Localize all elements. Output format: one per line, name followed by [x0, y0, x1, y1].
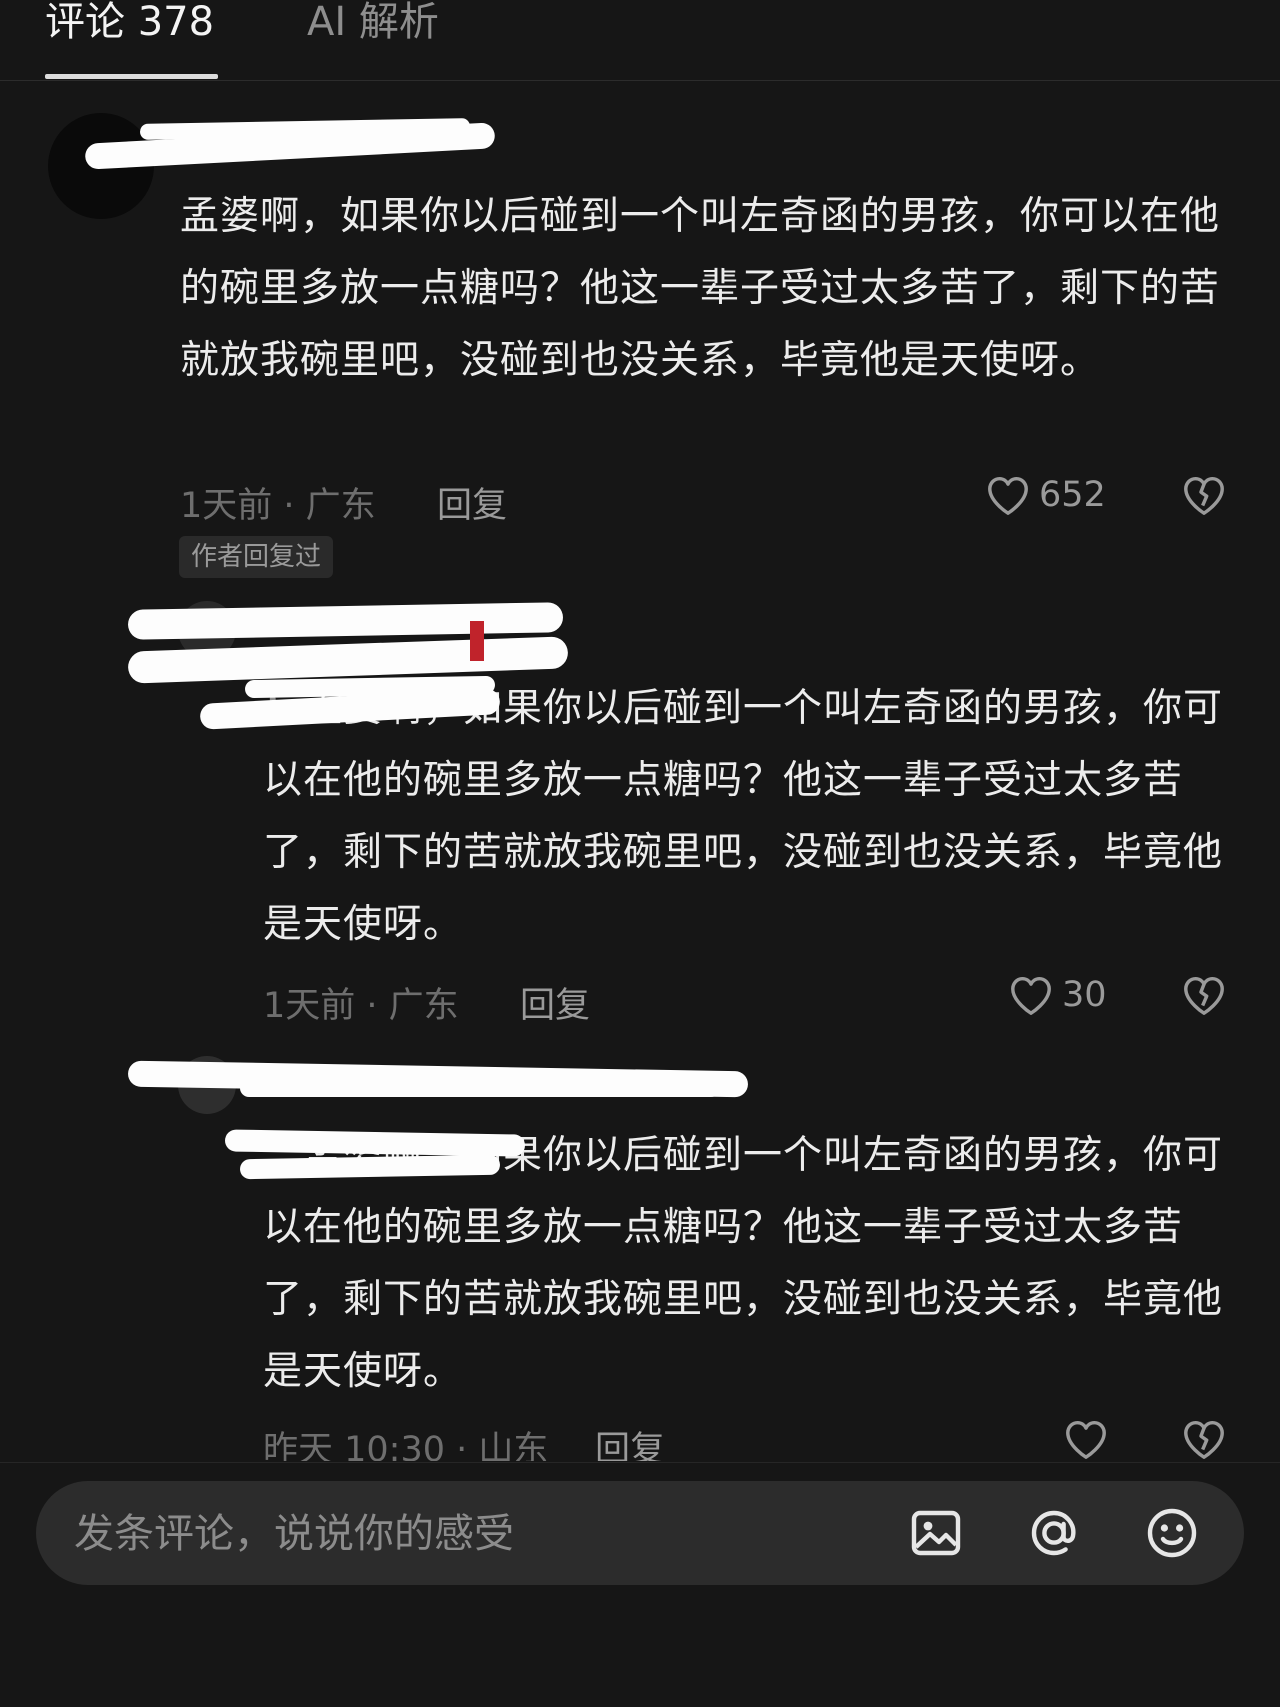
reply-meta: 1天前 · 广东: [263, 986, 459, 1026]
dislike-button[interactable]: [1181, 1417, 1227, 1461]
broken-heart-icon: [1184, 476, 1224, 515]
like-button[interactable]: [1063, 1417, 1117, 1461]
comment-input-pill[interactable]: [36, 1481, 1244, 1587]
comment-list[interactable]: 用户0021 孟婆啊，如果你以后碰到一个叫左奇函的男孩，你可以在他的碗里多放一点…: [0, 81, 1280, 1461]
reply-button[interactable]: 回复: [520, 977, 590, 1028]
image-icon: [911, 1510, 961, 1556]
redaction-scribble: [240, 1079, 720, 1097]
reply-button[interactable]: 回复: [595, 1421, 665, 1461]
emoji-button[interactable]: [1142, 1503, 1202, 1563]
smiley-icon: [1147, 1508, 1197, 1558]
tab-ai-analysis[interactable]: AI 解析: [307, 0, 439, 44]
like-button[interactable]: 30: [1008, 973, 1107, 1017]
comment-input-bar: [0, 1462, 1280, 1707]
broken-heart-icon: [1184, 1420, 1224, 1459]
comment-meta: 1天前 · 广东: [180, 486, 376, 526]
heart-outline-icon: [1011, 976, 1051, 1015]
redaction-scribble: [127, 602, 564, 640]
like-count: 30: [1062, 975, 1107, 1015]
like-button[interactable]: 652: [985, 473, 1106, 517]
heart-outline-icon: [988, 476, 1028, 515]
comment-text: 孟婆啊，如果你以后碰到一个叫左奇函的男孩，你可以在他的碗里多放一点糖吗？他这一辈…: [180, 194, 1221, 383]
dislike-button[interactable]: [1181, 473, 1227, 517]
comment-tabs: 评论 378 AI 解析: [0, 0, 1280, 81]
reply-body: 孟婆啊，如果你以后碰到一个叫左奇函的男孩，你可以在他的碗里多放一点糖吗？他这一辈…: [263, 686, 1224, 947]
broken-heart-icon: [1184, 976, 1224, 1015]
like-count: 652: [1039, 475, 1106, 515]
image-button[interactable]: [906, 1503, 966, 1563]
avatar-badge-fragment: [470, 621, 484, 661]
reply-button[interactable]: 回复: [437, 477, 507, 528]
heart-outline-icon: [1066, 1420, 1106, 1459]
at-icon: [1031, 1510, 1076, 1556]
reply-meta: 昨天 10:30 · 山东: [263, 1430, 549, 1461]
dislike-button[interactable]: [1181, 973, 1227, 1017]
mention-button[interactable]: [1024, 1503, 1084, 1563]
author-replied-badge: 作者回复过: [179, 536, 334, 578]
tab-comments[interactable]: 评论 378: [45, 0, 214, 44]
comment-input[interactable]: [72, 1481, 896, 1587]
active-tab-indicator: [45, 74, 218, 79]
